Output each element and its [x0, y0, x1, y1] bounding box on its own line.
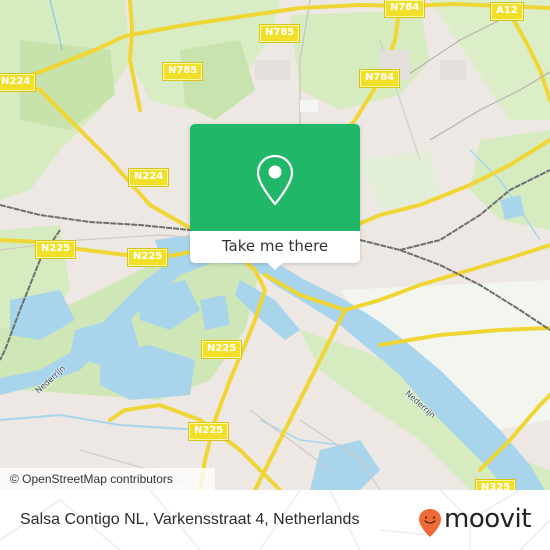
- map-attribution[interactable]: © OpenStreetMap contributors: [0, 468, 215, 490]
- road-shield-a12: A12: [490, 2, 524, 21]
- road-shield-n225: N225: [34, 240, 77, 259]
- moovit-wordmark: moovit: [444, 504, 531, 534]
- road-shield-n784: N784: [358, 69, 401, 88]
- footer-bar: Salsa Contigo NL, Varkensstraat 4, Nethe…: [0, 490, 550, 550]
- map-pin-icon: [256, 154, 294, 206]
- road-shield-n224: N224: [0, 73, 37, 92]
- take-me-there-button[interactable]: Take me there: [190, 231, 360, 263]
- moovit-smile-pin-icon: [419, 509, 441, 537]
- road-shield-n325: N325: [474, 479, 517, 490]
- place-address: Salsa Contigo NL, Varkensstraat 4, Nethe…: [20, 511, 360, 528]
- road-shield-n224: N224: [127, 168, 170, 187]
- map-view[interactable]: N224 N785 N785 N784 N784 A12 N224 N225 N…: [0, 0, 550, 490]
- road-shield-n225: N225: [200, 340, 243, 359]
- location-popup[interactable]: Take me there: [190, 124, 360, 270]
- road-shield-n784: N784: [383, 0, 426, 18]
- road-shield-n225: N225: [187, 422, 230, 441]
- road-shield-n785: N785: [258, 24, 301, 43]
- road-shield-n785: N785: [161, 62, 204, 81]
- moovit-logo[interactable]: moovit: [418, 504, 538, 537]
- road-shield-n225: N225: [126, 248, 169, 267]
- popup-pointer: [266, 262, 284, 270]
